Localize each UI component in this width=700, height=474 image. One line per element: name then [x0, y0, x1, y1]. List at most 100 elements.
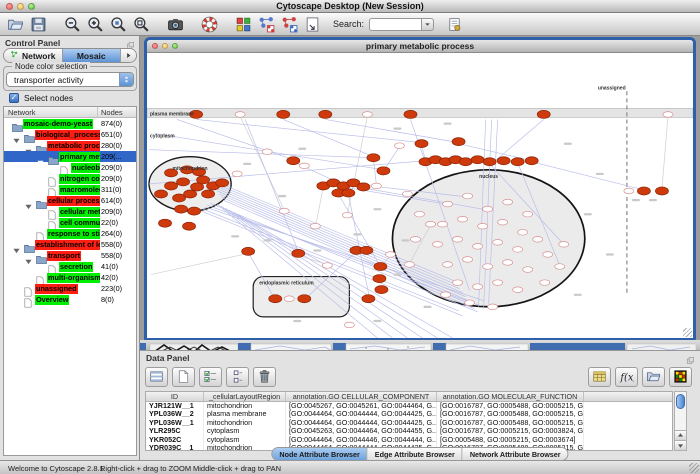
- graph-node-outline[interactable]: [342, 212, 352, 218]
- network-tree-row[interactable]: secretion41(0): [4, 261, 136, 272]
- graph-node[interactable]: [415, 140, 428, 148]
- graph-node-outline[interactable]: [523, 267, 533, 273]
- graph-node-outline[interactable]: [310, 223, 320, 229]
- graph-node[interactable]: [183, 222, 196, 230]
- graph-node[interactable]: [373, 275, 386, 283]
- graph-node[interactable]: [357, 183, 370, 191]
- graph-node-outline[interactable]: [463, 193, 473, 199]
- search-dropdown-button[interactable]: [421, 18, 434, 31]
- graph-node[interactable]: [374, 262, 387, 270]
- graph-node-outline[interactable]: [543, 252, 553, 258]
- help-button[interactable]: [199, 14, 220, 35]
- graph-node-outline[interactable]: [394, 143, 404, 149]
- graph-node-outline[interactable]: [322, 263, 332, 269]
- attribute-batch-editor-button[interactable]: [588, 367, 611, 387]
- graph-node[interactable]: [287, 157, 300, 165]
- attribute-list-button[interactable]: [226, 367, 249, 387]
- graph-node-outline[interactable]: [426, 221, 436, 227]
- graph-node-outline[interactable]: [533, 236, 543, 242]
- tree-column-network[interactable]: Network: [8, 108, 36, 117]
- graph-node-outline[interactable]: [518, 229, 528, 235]
- graph-node-outline[interactable]: [663, 112, 673, 118]
- graph-node-outline[interactable]: [555, 264, 565, 270]
- graph-node[interactable]: [637, 187, 650, 195]
- graph-node-outline[interactable]: [493, 240, 503, 246]
- graph-node-outline[interactable]: [493, 280, 503, 286]
- network-tree-row[interactable]: cellular process614(0): [4, 195, 136, 206]
- graph-node[interactable]: [655, 187, 668, 195]
- table-row[interactable]: YKR052Ccytoplasm[GO:0044464, GO:0044446,…: [146, 436, 672, 444]
- graph-node-outline[interactable]: [410, 236, 420, 242]
- table-column-header[interactable]: ID: [146, 392, 204, 401]
- graph-node[interactable]: [197, 176, 210, 184]
- tab-network[interactable]: Network: [4, 49, 63, 62]
- network-tree-row[interactable]: establishment of lo558(0): [4, 239, 136, 250]
- graph-node-outline[interactable]: [443, 201, 453, 207]
- network-view-window[interactable]: primary metabolic process plasma membran…: [144, 37, 696, 341]
- import-attributes-button[interactable]: [642, 367, 665, 387]
- view-resize-grip[interactable]: [683, 328, 692, 337]
- vizmapper-button[interactable]: [233, 14, 254, 35]
- table-scrollbar[interactable]: [674, 391, 687, 451]
- tab-node-attribute-browser[interactable]: Node Attribute Browser: [272, 448, 367, 460]
- graph-node[interactable]: [452, 138, 465, 146]
- graph-node[interactable]: [184, 190, 197, 198]
- graph-node-outline[interactable]: [483, 264, 493, 270]
- open-file-button[interactable]: [5, 14, 26, 35]
- graph-node[interactable]: [483, 158, 496, 166]
- graph-node[interactable]: [319, 110, 332, 118]
- graph-node-outline[interactable]: [235, 112, 245, 118]
- graph-node-outline[interactable]: [624, 188, 634, 194]
- graph-node[interactable]: [159, 219, 172, 227]
- graph-node[interactable]: [497, 157, 510, 165]
- graph-node-outline[interactable]: [458, 216, 468, 222]
- select-all-attributes-button[interactable]: [145, 367, 168, 387]
- scroll-up-button[interactable]: [675, 430, 686, 440]
- graph-node-outline[interactable]: [463, 257, 473, 263]
- graph-node[interactable]: [202, 190, 215, 198]
- graph-node-outline[interactable]: [385, 252, 395, 258]
- matrix-heatmap-button[interactable]: [669, 367, 692, 387]
- graph-node[interactable]: [367, 154, 380, 162]
- network-tree-row[interactable]: nucleobase-209(0): [4, 162, 136, 173]
- graph-node-outline[interactable]: [414, 211, 424, 217]
- graph-node[interactable]: [165, 182, 178, 190]
- tree-column-nodes[interactable]: Nodes: [101, 108, 123, 117]
- graph-node[interactable]: [188, 207, 201, 215]
- graph-node-outline[interactable]: [488, 304, 498, 310]
- window-resize-grip[interactable]: [689, 463, 699, 473]
- graph-node-outline[interactable]: [362, 112, 372, 118]
- search-input[interactable]: [369, 18, 421, 31]
- graph-node-outline[interactable]: [404, 262, 414, 268]
- graph-node-outline[interactable]: [443, 262, 453, 268]
- network-tree-row[interactable]: cell communicat22(0): [4, 217, 136, 228]
- tab-mosaic[interactable]: Mosaic: [63, 49, 122, 62]
- delete-attribute-button[interactable]: [253, 367, 276, 387]
- configure-search-button[interactable]: [444, 14, 465, 35]
- snapshot-camera-button[interactable]: [165, 14, 186, 35]
- graph-node-outline[interactable]: [453, 236, 463, 242]
- network-tree-row[interactable]: multi-organism pro42(0): [4, 272, 136, 283]
- select-first-neighbors-button[interactable]: [256, 14, 277, 35]
- table-column-header[interactable]: _cellularLayoutRegion: [204, 392, 286, 401]
- graph-node-outline[interactable]: [473, 244, 483, 250]
- graph-node-outline[interactable]: [559, 242, 569, 248]
- graph-node[interactable]: [375, 286, 388, 294]
- network-tree-row[interactable]: transport558(0): [4, 250, 136, 261]
- graph-node-outline[interactable]: [299, 163, 309, 169]
- graph-node-outline[interactable]: [438, 221, 448, 227]
- graph-node-outline[interactable]: [478, 223, 488, 229]
- table-row[interactable]: YPL036W__2plasma membrane[GO:0044464, GO…: [146, 410, 672, 418]
- graph-node-outline[interactable]: [523, 211, 533, 217]
- network-tree-row[interactable]: macromolecule311(0): [4, 184, 136, 195]
- network-canvas[interactable]: plasma membranecytoplasmmitochondrionnuc…: [147, 53, 693, 338]
- graph-node-outline[interactable]: [540, 280, 550, 286]
- select-attributes-button[interactable]: [199, 367, 222, 387]
- network-tree-row[interactable]: biological_process651(0): [4, 129, 136, 140]
- graph-node-outline[interactable]: [513, 247, 523, 253]
- graph-node-outline[interactable]: [483, 206, 493, 212]
- network-tree-row[interactable]: nitrogen compo209(0): [4, 173, 136, 184]
- graph-node[interactable]: [155, 190, 168, 198]
- graph-node[interactable]: [525, 157, 538, 165]
- graph-node-outline[interactable]: [262, 149, 272, 155]
